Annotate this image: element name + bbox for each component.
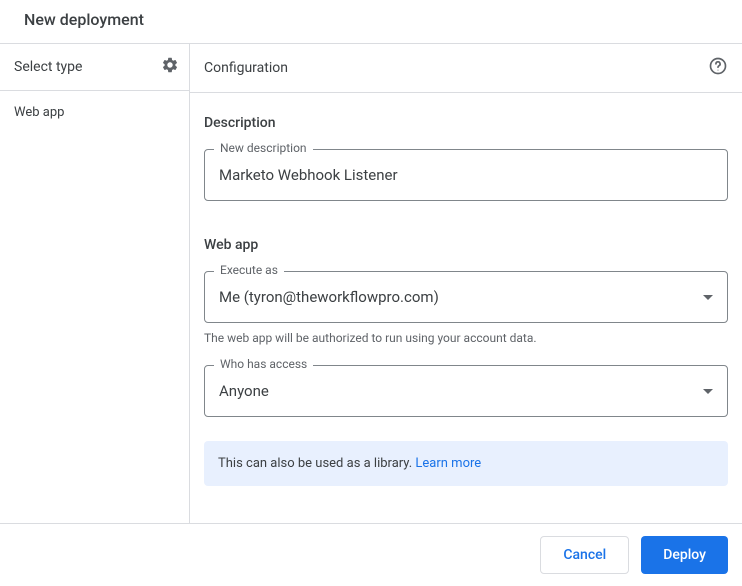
execute-as-value: Me (tyron@theworkflowpro.com) bbox=[219, 288, 439, 306]
description-field: New description bbox=[204, 149, 728, 201]
chevron-down-icon bbox=[703, 295, 713, 300]
dialog-footer: Cancel Deploy bbox=[0, 524, 742, 586]
dialog-title: New deployment bbox=[0, 0, 742, 43]
gear-icon[interactable] bbox=[161, 56, 179, 78]
sidebar-item-label: Web app bbox=[14, 105, 64, 120]
main-header: Configuration bbox=[190, 44, 742, 93]
info-text: This can also be used as a library. bbox=[218, 456, 415, 471]
sidebar-header-label: Select type bbox=[14, 59, 82, 75]
info-banner: This can also be used as a library. Lear… bbox=[204, 441, 728, 486]
main-header-label: Configuration bbox=[204, 60, 288, 76]
sidebar-header: Select type bbox=[0, 44, 189, 91]
cancel-button[interactable]: Cancel bbox=[540, 536, 629, 574]
description-section-label: Description bbox=[204, 115, 728, 131]
help-icon[interactable] bbox=[708, 56, 728, 80]
execute-as-label: Execute as bbox=[214, 263, 284, 277]
learn-more-link[interactable]: Learn more bbox=[415, 456, 481, 471]
description-input[interactable] bbox=[204, 149, 728, 201]
execute-as-helper: The web app will be authorized to run us… bbox=[204, 331, 728, 345]
access-select[interactable]: Anyone bbox=[204, 365, 728, 417]
main-panel: Configuration Description New descriptio… bbox=[190, 44, 742, 523]
access-label: Who has access bbox=[214, 357, 313, 371]
deploy-button[interactable]: Deploy bbox=[641, 536, 728, 574]
webapp-section-label: Web app bbox=[204, 237, 728, 253]
access-value: Anyone bbox=[219, 382, 269, 400]
execute-as-field: Execute as Me (tyron@theworkflowpro.com) bbox=[204, 271, 728, 323]
content-wrapper: Select type Web app Configuration D bbox=[0, 43, 742, 524]
access-field: Who has access Anyone bbox=[204, 365, 728, 417]
description-field-label: New description bbox=[214, 141, 313, 155]
chevron-down-icon bbox=[703, 389, 713, 394]
sidebar: Select type Web app bbox=[0, 44, 190, 523]
sidebar-item-web-app[interactable]: Web app bbox=[0, 91, 189, 134]
execute-as-select[interactable]: Me (tyron@theworkflowpro.com) bbox=[204, 271, 728, 323]
config-body: Description New description Web app Exec… bbox=[190, 93, 742, 523]
